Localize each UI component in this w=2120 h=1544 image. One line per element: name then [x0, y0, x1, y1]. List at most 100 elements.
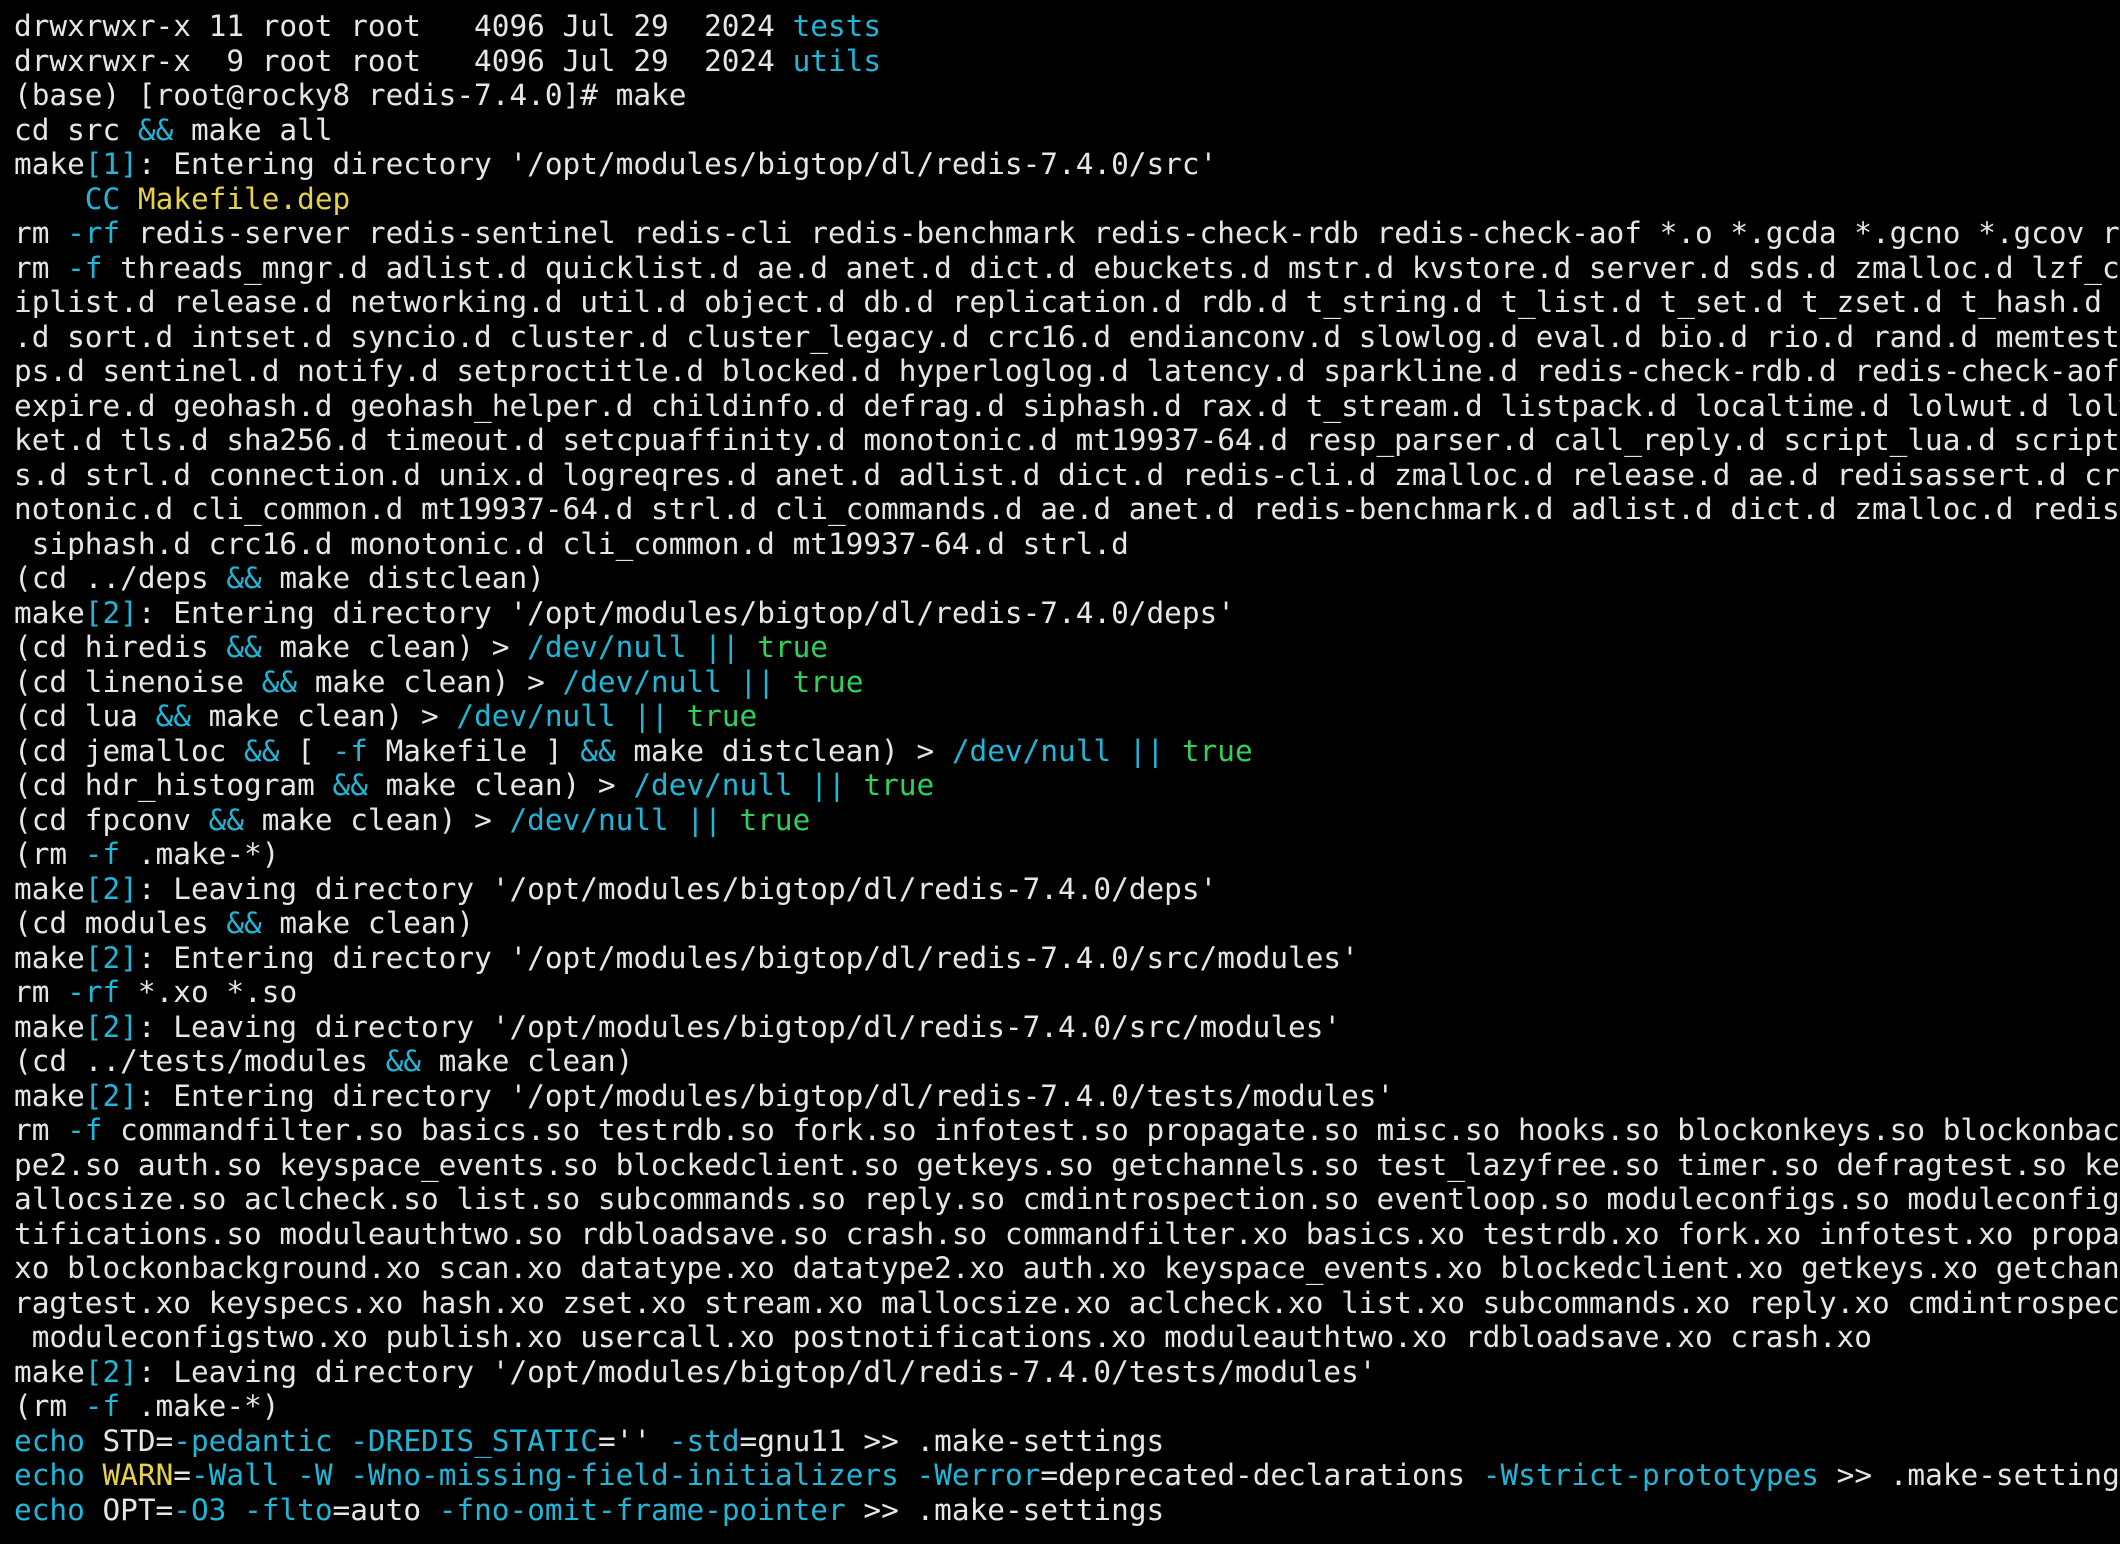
terminal-text-segment: /dev/null — [509, 802, 669, 837]
terminal-text-segment: -std — [668, 1423, 740, 1458]
terminal-text-segment: make — [14, 147, 85, 181]
terminal-text-segment: [2] — [84, 1354, 138, 1389]
terminal-text-segment: CC — [84, 181, 121, 216]
terminal-text-segment: >> .make-settings — [1818, 1458, 2120, 1492]
terminal-text-segment: -W — [297, 1458, 333, 1492]
terminal-text-segment: -Werror — [916, 1458, 1041, 1492]
terminal-window[interactable]: drwxrwxr-x 11 root root 4096 Jul 29 2024… — [0, 0, 2120, 1544]
terminal-line: iplist.d release.d networking.d util.d o… — [14, 285, 2120, 320]
terminal-line: (base) [root@rocky8 redis-7.4.0]# make — [14, 78, 2120, 113]
terminal-text-segment: make clean) > — [297, 664, 563, 699]
terminal-text-segment: -rf — [67, 975, 121, 1009]
terminal-line: (cd modules && make clean) — [14, 906, 2120, 941]
terminal-text-segment: cd src — [14, 112, 138, 147]
terminal-text-segment: [2] — [84, 871, 138, 906]
terminal-line: ps.d sentinel.d notify.d setproctitle.d … — [14, 354, 2120, 389]
terminal-text-segment: : Leaving directory '/opt/modules/bigtop… — [137, 1354, 1377, 1389]
terminal-line: notonic.d cli_common.d mt19937-64.d strl… — [14, 492, 2120, 527]
terminal-text-segment: && — [226, 630, 262, 664]
terminal-line: xo blockonbackground.xo scan.xo datatype… — [14, 1251, 2120, 1286]
terminal-text-segment: rm — [14, 250, 68, 285]
terminal-text-segment: utils — [792, 43, 882, 78]
terminal-text-segment: true — [792, 664, 864, 699]
terminal-text-segment: make — [14, 1009, 85, 1044]
terminal-text-segment: -f — [332, 733, 368, 768]
terminal-text-segment: (rm — [14, 1389, 85, 1423]
terminal-text-segment: make clean) > — [244, 802, 510, 837]
terminal-text-segment: make — [14, 595, 85, 630]
terminal-line: (cd hdr_histogram && make clean) > /dev/… — [14, 768, 2120, 803]
terminal-text-segment: (cd hiredis — [14, 630, 227, 664]
terminal-text-segment: -O3 — [173, 1492, 227, 1527]
terminal-text-segment: : Entering directory '/opt/modules/bigto… — [137, 147, 1218, 181]
terminal-text-segment: xo blockonbackground.xo scan.xo datatype… — [14, 1251, 2120, 1285]
terminal-text-segment: make — [14, 1354, 85, 1389]
terminal-text-segment: [2] — [84, 1078, 138, 1113]
terminal-text-segment: moduleconfigstwo.xo publish.xo usercall.… — [14, 1320, 1872, 1354]
terminal-text-segment: make clean) > — [367, 768, 634, 802]
terminal-text-segment: >> .make-settings — [845, 1492, 1165, 1527]
terminal-line: echo WARN=-Wall -W -Wno-missing-field-in… — [14, 1458, 2120, 1493]
terminal-text-segment: && — [137, 112, 174, 147]
terminal-line: (cd ../deps && make distclean) — [14, 561, 2120, 596]
terminal-output: drwxrwxr-x 11 root root 4096 Jul 29 2024… — [14, 9, 2120, 1527]
terminal-text-segment: (cd modules — [14, 906, 227, 940]
terminal-text-segment: (cd jemalloc — [14, 733, 245, 768]
terminal-text-segment: notonic.d cli_common.d mt19937-64.d strl… — [14, 492, 2120, 526]
terminal-line: rm -f threads_mngr.d adlist.d quicklist.… — [14, 251, 2120, 286]
terminal-text-segment: =auto — [332, 1492, 439, 1527]
terminal-text-segment: true — [757, 630, 828, 664]
terminal-text-segment: /dev/null — [562, 664, 722, 699]
terminal-line: allocsize.so aclcheck.so list.so subcomm… — [14, 1182, 2120, 1217]
terminal-text-segment: && — [226, 906, 262, 940]
terminal-text-segment: ket.d tls.d sha256.d timeout.d setcpuaff… — [14, 423, 2120, 457]
terminal-line: ket.d tls.d sha256.d timeout.d setcpuaff… — [14, 423, 2120, 458]
terminal-line: echo STD=-pedantic -DREDIS_STATIC='' -st… — [14, 1424, 2120, 1459]
terminal-text-segment: (cd lua — [14, 699, 156, 733]
terminal-line: make[2]: Leaving directory '/opt/modules… — [14, 1355, 2120, 1390]
terminal-text-segment: ='' — [597, 1423, 669, 1458]
terminal-line: (rm -f .make-*) — [14, 1389, 2120, 1424]
terminal-text-segment: STD= — [84, 1423, 174, 1458]
terminal-text-segment: [ — [279, 733, 333, 768]
terminal-text-segment: .d sort.d intset.d syncio.d cluster.d cl… — [14, 319, 2120, 354]
terminal-text-segment: =gnu11 >> .make-settings — [739, 1423, 1165, 1458]
terminal-text-segment: && — [208, 802, 245, 837]
terminal-text-segment: tests — [792, 9, 882, 43]
terminal-text-segment: drwxrwxr-x 11 root root 4096 Jul 29 2024 — [14, 9, 793, 43]
terminal-text-segment: make clean) — [261, 906, 475, 940]
terminal-text-segment: && — [261, 664, 298, 699]
terminal-text-segment: && — [155, 699, 191, 733]
terminal-text-segment: Makefile ] — [367, 733, 581, 768]
terminal-line: rm -rf redis-server redis-sentinel redis… — [14, 216, 2120, 251]
terminal-line: drwxrwxr-x 9 root root 4096 Jul 29 2024 … — [14, 44, 2120, 79]
terminal-text-segment: && — [385, 1044, 421, 1078]
terminal-text-segment: commandfilter.so basics.so testrdb.so fo… — [102, 1113, 2120, 1147]
terminal-text-segment: && — [332, 768, 368, 802]
terminal-line: tifications.so moduleauthtwo.so rdbloads… — [14, 1217, 2120, 1252]
terminal-line: expire.d geohash.d geohash_helper.d chil… — [14, 389, 2120, 424]
terminal-text-segment: -Wstrict-prototypes — [1482, 1458, 1819, 1492]
terminal-text-segment: || — [1128, 733, 1165, 768]
terminal-line: (cd fpconv && make clean) > /dev/null ||… — [14, 803, 2120, 838]
terminal-text-segment: (base) [root@rocky8 redis-7.4.0]# make — [14, 78, 687, 112]
terminal-text-segment: allocsize.so aclcheck.so list.so subcomm… — [14, 1182, 2120, 1216]
terminal-text-segment: (cd fpconv — [14, 802, 209, 837]
terminal-text-segment: : Leaving directory '/opt/modules/bigtop… — [137, 1009, 1342, 1044]
terminal-text-segment: /dev/null — [456, 699, 616, 733]
terminal-text-segment: : Entering directory '/opt/modules/bigto… — [137, 595, 1235, 630]
terminal-text-segment: .make-*) — [120, 1389, 280, 1423]
terminal-text-segment: echo — [14, 1423, 85, 1458]
terminal-text-segment: make clean) — [420, 1044, 634, 1078]
terminal-text-segment: expire.d geohash.d geohash_helper.d chil… — [14, 388, 2120, 423]
